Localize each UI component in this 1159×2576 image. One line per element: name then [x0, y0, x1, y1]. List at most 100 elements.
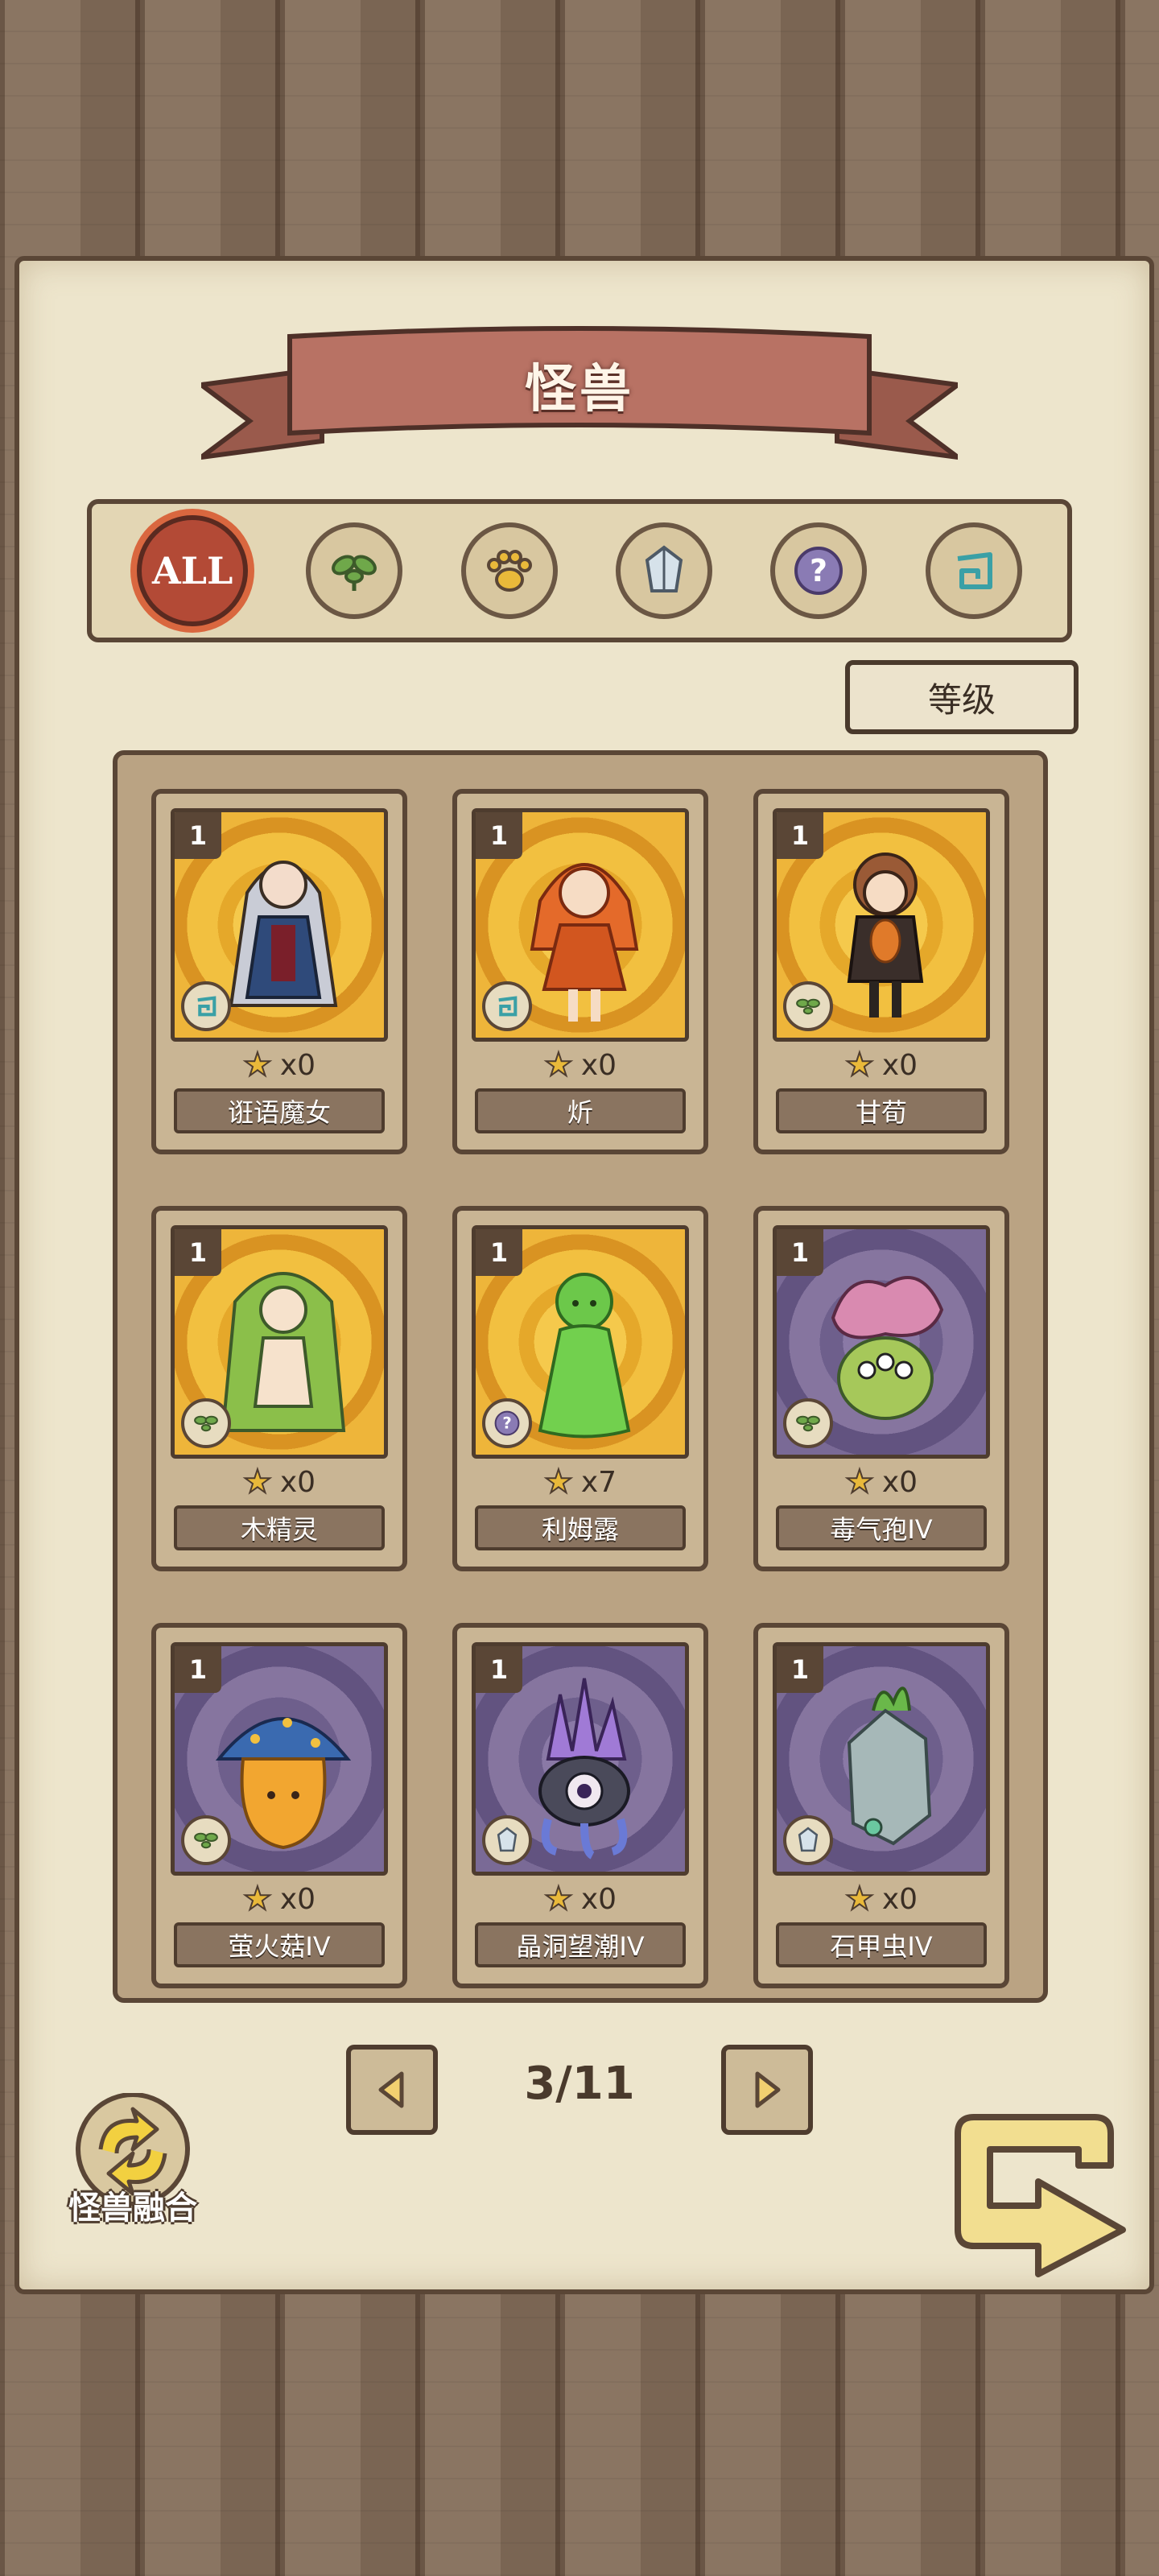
owned-count-row: ★ x0: [758, 1462, 1004, 1502]
stone-beetle-portrait: [847, 1686, 932, 1846]
arrow-left-icon: [378, 2071, 404, 2108]
monster-art: 1: [773, 1225, 990, 1459]
geode-octopus-portrait: [538, 1678, 630, 1860]
return-arrow-icon: [955, 2114, 1126, 2277]
type-badge: ?: [482, 1398, 532, 1448]
filter-swirl-button[interactable]: [925, 522, 1022, 619]
swirl-icon: [957, 552, 992, 589]
question-icon: ?: [794, 547, 843, 595]
owned-count: x7: [580, 1465, 617, 1499]
monster-card[interactable]: 1 ★ x0 甘荀: [753, 789, 1009, 1154]
witch-portrait: [229, 861, 338, 1007]
filter-paw-button[interactable]: [460, 522, 558, 619]
owned-count: x0: [279, 1048, 316, 1082]
monster-art: 1: [773, 1642, 990, 1876]
type-badge: [181, 981, 231, 1031]
monster-card[interactable]: 1 ★ x0 晶洞望潮IV: [452, 1623, 708, 1988]
monster-name: 诳语魔女: [174, 1088, 385, 1133]
monster-card[interactable]: 1 ★ x0 毒气孢IV: [753, 1206, 1009, 1571]
spore-portrait: [831, 1276, 944, 1420]
monster-card[interactable]: 1 ★ x0 萤火菇IV: [151, 1623, 407, 1988]
slime-girl-portrait: [538, 1273, 631, 1439]
question-icon: ?: [494, 1410, 520, 1436]
monster-name: 利姆露: [475, 1505, 686, 1550]
type-badge: [783, 1398, 833, 1448]
fire-girl-portrait: [530, 863, 639, 1022]
leaf-icon: [194, 1415, 218, 1432]
monster-art: 1: [171, 808, 388, 1042]
owned-count-row: ★ x0: [758, 1045, 1004, 1085]
type-badge: [482, 981, 532, 1031]
swirl-icon: [498, 996, 518, 1017]
type-badge: [783, 981, 833, 1031]
filter-all-button[interactable]: ALL: [137, 515, 249, 626]
star-icon: ★: [844, 1880, 875, 1918]
crystal-icon: [645, 545, 683, 592]
star-icon: ★: [844, 1046, 875, 1084]
star-icon: ★: [543, 1046, 574, 1084]
page-title: 怪兽: [525, 360, 634, 419]
type-badge: [181, 1398, 231, 1448]
monster-card[interactable]: 1 ? ★ x7 利姆露: [452, 1206, 708, 1571]
svg-text:?: ?: [810, 553, 827, 588]
leaf-icon: [796, 1415, 820, 1432]
firefly-mushroom-portrait: [215, 1717, 352, 1850]
monster-art: 1 ?: [472, 1225, 689, 1459]
monster-art: 1: [171, 1642, 388, 1876]
star-icon: ★: [844, 1463, 875, 1501]
dryad-portrait: [221, 1272, 346, 1432]
filter-bar: ALL ?: [87, 499, 1072, 642]
monster-card[interactable]: 1 ★ x0 石甲虫IV: [753, 1623, 1009, 1988]
leaf-icon: [332, 555, 377, 591]
star-icon: ★: [242, 1463, 273, 1501]
svg-text:?: ?: [502, 1414, 511, 1433]
owned-count-row: ★ x0: [156, 1045, 402, 1085]
owned-count: x0: [881, 1048, 918, 1082]
owned-count: x0: [881, 1882, 918, 1916]
monster-name: 毒气孢IV: [776, 1505, 987, 1550]
monster-name: 萤火菇IV: [174, 1922, 385, 1967]
monster-art: 1: [472, 1642, 689, 1876]
monster-art: 1: [773, 808, 990, 1042]
owned-count-row: ★ x0: [457, 1045, 703, 1085]
monster-name: 木精灵: [174, 1505, 385, 1550]
monster-card[interactable]: 1 ★ x0 炘: [452, 789, 708, 1154]
all-icon: ALL: [151, 549, 233, 592]
leaf-icon: [796, 998, 820, 1015]
type-badge: [181, 1815, 231, 1865]
crystal-icon: [798, 1827, 819, 1852]
star-icon: ★: [543, 1463, 574, 1501]
fusion-label: 怪兽融合: [68, 2190, 197, 2227]
monster-fusion-button[interactable]: 怪兽融合: [56, 2093, 209, 2230]
owned-count: x0: [279, 1882, 316, 1916]
owned-count-row: ★ x0: [156, 1462, 402, 1502]
paw-icon: [486, 550, 532, 592]
star-icon: ★: [242, 1046, 273, 1084]
prev-page-button[interactable]: [346, 2045, 438, 2135]
filter-question-button[interactable]: ?: [770, 522, 868, 619]
monster-name: 晶洞望潮IV: [475, 1922, 686, 1967]
owned-count-row: ★ x7: [457, 1462, 703, 1502]
filter-crystal-button[interactable]: [616, 522, 713, 619]
leaf-icon: [194, 1832, 218, 1849]
return-button[interactable]: [942, 2109, 1135, 2278]
type-badge: [783, 1815, 833, 1865]
monster-art: 1: [171, 1225, 388, 1459]
page-indicator: 3/11: [524, 2058, 635, 2110]
owned-count-row: ★ x0: [156, 1879, 402, 1919]
type-badge: [482, 1815, 532, 1865]
title-banner: 怪兽: [201, 320, 958, 473]
monster-card[interactable]: 1 ★ x0 木精灵: [151, 1206, 407, 1571]
star-icon: ★: [543, 1880, 574, 1918]
monster-art: 1: [472, 808, 689, 1042]
sort-level-button[interactable]: 等级: [845, 660, 1079, 734]
monster-name: 石甲虫IV: [776, 1922, 987, 1967]
next-page-button[interactable]: [721, 2045, 813, 2135]
carrot-girl-portrait: [847, 852, 924, 1018]
filter-leaf-button[interactable]: [306, 522, 403, 619]
monster-card[interactable]: 1 ★ x0 诳语魔女: [151, 789, 407, 1154]
owned-count: x0: [279, 1465, 316, 1499]
owned-count-row: ★ x0: [457, 1879, 703, 1919]
swirl-icon: [197, 996, 217, 1017]
star-icon: ★: [242, 1880, 273, 1918]
